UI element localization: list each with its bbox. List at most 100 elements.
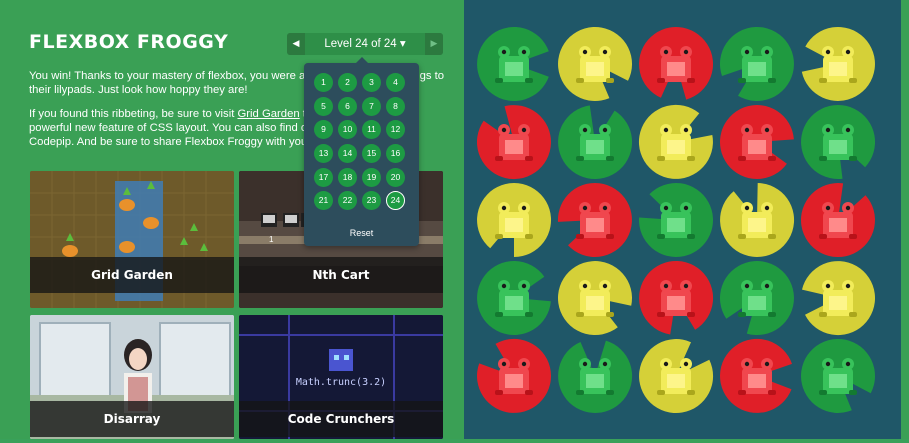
frog-belly [748,374,766,388]
level-button-14[interactable]: 14 [338,144,357,164]
frog-foot [606,390,614,395]
level-button-8[interactable]: 8 [386,96,405,116]
level-button-6[interactable]: 6 [338,96,357,116]
frog-foot [606,312,614,317]
frog-foot [525,78,533,83]
code-snippet: Math.trunc(3.2) [295,377,387,388]
level-button-2[interactable]: 2 [338,73,357,92]
game-card-grid-garden[interactable]: Grid Garden [30,171,234,308]
level-button-7[interactable]: 7 [362,96,381,116]
frog-foot [495,156,503,161]
pond-svg [476,26,876,414]
frog-on-lilypad [719,261,794,336]
next-level-button[interactable]: ▶ [425,33,443,55]
frog-foot [687,156,695,161]
frog-on-lilypad [802,261,876,336]
frog-foot [738,390,746,395]
reset-button[interactable]: Reset [304,228,419,238]
frog-on-lilypad [639,183,714,258]
level-button-5[interactable]: 5 [314,96,333,116]
frog-pupil [825,283,831,289]
frog-pupil [663,127,669,133]
frog-foot [606,156,614,161]
level-button-24[interactable]: 24 [386,191,405,211]
frog-foot [495,312,503,317]
frog-pupil [845,49,851,55]
frog-on-lilypad [719,26,794,101]
frog-pupil [845,127,851,133]
frog-foot [657,234,665,239]
frog-pupil [663,205,669,211]
frog-pupil [602,49,608,55]
level-button-10[interactable]: 10 [338,120,357,140]
level-button-12[interactable]: 12 [386,120,405,140]
frog-foot [849,78,857,83]
frog-pupil [521,49,527,55]
level-button-22[interactable]: 22 [338,191,357,211]
level-button-1[interactable]: 1 [314,73,333,92]
frog-foot [606,78,614,83]
frog-pupil [825,205,831,211]
frog-foot [687,312,695,317]
frog-pupil [582,283,588,289]
frog-foot [525,312,533,317]
frog-pupil [663,283,669,289]
frog-foot [849,234,857,239]
level-button-11[interactable]: 11 [362,120,381,140]
level-button-20[interactable]: 20 [386,167,405,187]
right-edge-strip [901,0,909,439]
frog-foot [768,390,776,395]
frog-pupil [845,205,851,211]
triangle-right-icon: ▶ [430,39,438,49]
level-button-17[interactable]: 17 [314,167,333,187]
game-title: FLEXBOX FROGGY [29,31,229,53]
frog-foot [657,78,665,83]
level-grid: 1 2 3 4 5 6 7 8 9 10 11 12 13 14 15 16 17 18 19 20 21 22 23 24 [314,73,410,211]
prev-level-button[interactable]: ◀ [287,33,305,55]
game-card-disarray[interactable]: Disarray [30,315,234,439]
frog-foot [576,78,584,83]
frog-foot [576,156,584,161]
frog-on-lilypad [558,340,633,413]
level-button-9[interactable]: 9 [314,120,333,140]
level-select-menu: 1 2 3 4 5 6 7 8 9 10 11 12 13 14 15 16 17 18 19 20 21 22 23 24 … [304,57,419,246]
game-card-code-crunchers[interactable]: Math.trunc(3.2) Code Crunchers [239,315,443,439]
frog-belly [505,62,523,76]
frog-belly [586,374,604,388]
frog-foot [738,156,746,161]
level-button-16[interactable]: 16 [386,144,405,164]
frog-on-lilypad [801,26,875,101]
frog-on-lilypad [558,105,633,180]
frog-pupil [521,361,527,367]
frog-pupil [521,283,527,289]
frog-pupil [744,49,750,55]
frog-pupil [602,127,608,133]
frog-belly [505,218,523,232]
level-button-15[interactable]: 15 [362,144,381,164]
level-indicator-dropdown[interactable]: Level 24 of 24 ▾ [305,33,425,55]
level-button-4[interactable]: 4 [386,73,405,92]
frog-foot [849,312,857,317]
frog-belly [748,140,766,154]
frog-pupil [825,127,831,133]
triangle-left-icon: ◀ [292,39,300,49]
grid-garden-link[interactable]: Grid Garden [237,108,299,120]
frog-foot [687,78,695,83]
frog-pupil [602,205,608,211]
frog-belly [505,140,523,154]
instructions-panel: FLEXBOX FROGGY ◀ Level 24 of 24 ▾ ▶ You … [0,0,464,439]
frog-pupil [744,361,750,367]
frog-foot [819,312,827,317]
frog-foot [687,234,695,239]
level-button-3[interactable]: 3 [362,73,381,92]
frog-foot [657,390,665,395]
level-button-23[interactable]: 23 [362,191,381,211]
frog-pupil [501,127,507,133]
level-button-19[interactable]: 19 [362,167,381,187]
level-button-21[interactable]: 21 [314,191,333,211]
frog-on-lilypad [639,339,714,414]
level-button-13[interactable]: 13 [314,144,333,164]
frog-foot [738,78,746,83]
frog-belly [748,62,766,76]
level-button-18[interactable]: 18 [338,167,357,187]
